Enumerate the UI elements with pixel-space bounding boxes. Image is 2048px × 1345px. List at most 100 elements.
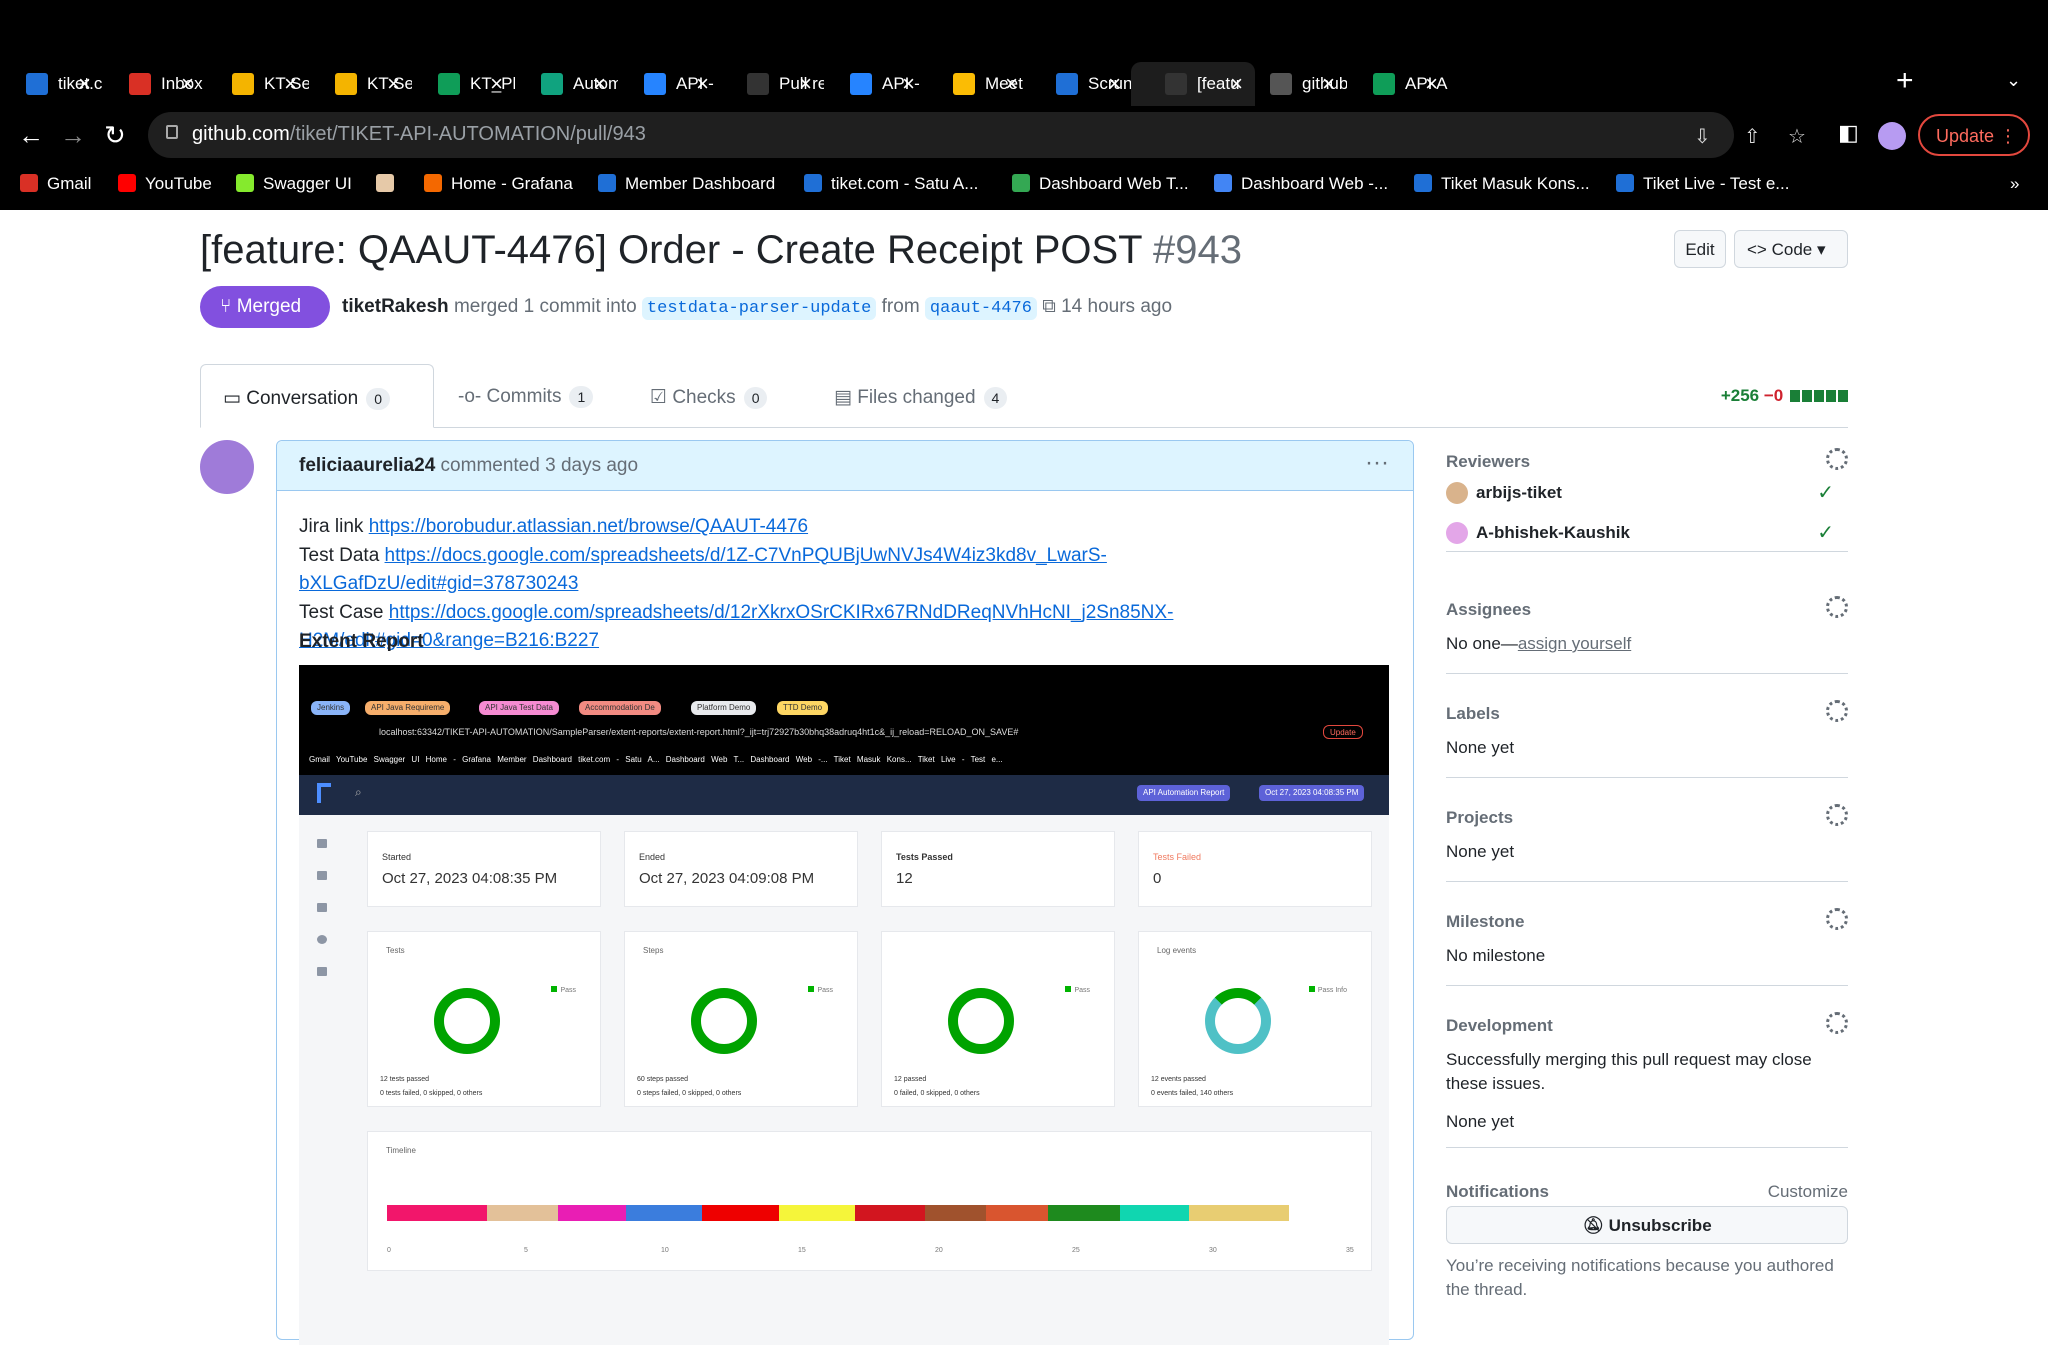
forward-arrow-icon[interactable]: → [60, 120, 86, 151]
donut-chart [1205, 988, 1271, 1054]
close-tab-icon[interactable]: × [181, 71, 194, 97]
install-app-icon[interactable]: ⇩ [1694, 124, 1711, 149]
browser-tab[interactable]: KT Se × [206, 62, 309, 106]
gear-icon[interactable] [1826, 700, 1848, 722]
report-name-badge: API Automation Report [1137, 785, 1231, 801]
reviewers-section: Reviewers arbijs-tiket ✓ A-bhishek-Kaush… [1446, 448, 1848, 552]
customize-link[interactable]: Customize [1768, 1182, 1848, 1202]
url-text: github.com/tiket/TIKET-API-AUTOMATION/pu… [192, 123, 646, 145]
close-tab-icon[interactable]: × [902, 71, 915, 97]
reviewer-item[interactable]: A-bhishek-Kaushik [1446, 522, 1630, 544]
browser-tab[interactable]: API - × [618, 62, 721, 106]
reviewer-item[interactable]: arbijs-tiket [1446, 482, 1562, 504]
gear-icon[interactable] [1826, 804, 1848, 826]
edit-title-button[interactable]: Edit [1674, 230, 1726, 268]
browser-tab[interactable]: Pull re × [721, 62, 824, 106]
copy-icon[interactable]: ⧉ [1042, 296, 1056, 317]
close-tab-icon[interactable]: × [1108, 71, 1121, 97]
reload-icon[interactable]: ↻ [104, 120, 126, 151]
report-date-badge: Oct 27, 2023 04:08:35 PM [1259, 785, 1365, 801]
jira-link[interactable]: https://borobudur.atlassian.net/browse/Q… [369, 516, 808, 537]
more-options-icon[interactable]: ··· [1365, 449, 1389, 477]
bookmark-item[interactable]: Dashboard Web T... [1012, 174, 1189, 194]
avatar[interactable] [200, 440, 254, 494]
close-tab-icon[interactable]: × [1425, 71, 1438, 97]
close-tab-icon[interactable]: × [593, 71, 606, 97]
address-bar[interactable]: github.com/tiket/TIKET-API-AUTOMATION/pu… [148, 112, 1806, 158]
close-tab-icon[interactable]: × [284, 71, 297, 97]
timeline-segment [1119, 1205, 1190, 1221]
timeline-segment [625, 1205, 702, 1221]
tab-conversation[interactable]: ▭ Conversation 0 [200, 364, 434, 428]
close-tab-icon[interactable]: × [490, 71, 503, 97]
new-tab-button[interactable]: + [1896, 64, 1914, 98]
tab-strip: tiket.c × Inbox × KT Se × KT Se × KT_Pl × Autom × AP… [0, 62, 2048, 106]
bookmark-item[interactable]: Tiket Live - Test e... [1616, 174, 1789, 194]
test-data-link[interactable]: https://docs.google.com/spreadsheets/d/1… [385, 545, 1107, 566]
unsubscribe-button[interactable]: 🔕︎ Unsubscribe [1446, 1206, 1848, 1244]
bookmark-item[interactable]: Tiket Masuk Kons... [1414, 174, 1590, 194]
bookmark-item[interactable]: Gmail [20, 174, 91, 194]
extent-report-screenshot[interactable]: Jenkins API Java Requireme API Java Test… [299, 665, 1389, 1345]
browser-tab[interactable]: KT_Pl × [412, 62, 515, 106]
bookmark-item[interactable]: Home - Grafana [424, 174, 573, 194]
status-badge: ⑂ Merged [200, 286, 330, 328]
close-tab-icon[interactable]: × [78, 71, 91, 97]
bookmarks-overflow-icon[interactable]: » [2010, 174, 2019, 194]
browser-tab[interactable]: tiket.c × [0, 62, 103, 106]
gear-icon[interactable] [1826, 908, 1848, 930]
timeline-tick-label: 35 [1346, 1247, 1354, 1254]
gear-icon[interactable] [1826, 1012, 1848, 1034]
tab-favicon-icon [26, 73, 48, 95]
bookmark-item[interactable] [376, 174, 403, 194]
timeline-segment [854, 1205, 925, 1221]
gear-icon[interactable] [1826, 448, 1848, 470]
close-tab-icon[interactable]: × [1005, 71, 1018, 97]
browser-tab[interactable]: API A × [1347, 62, 1450, 106]
close-tab-icon[interactable]: × [799, 71, 812, 97]
share-icon[interactable]: ⇧ [1744, 124, 1761, 149]
base-branch[interactable]: testdata-parser-update [641, 297, 877, 320]
bookmark-star-icon[interactable]: ☆ [1788, 124, 1806, 149]
gear-icon[interactable] [1826, 596, 1848, 618]
bookmark-favicon-icon [1012, 174, 1030, 192]
close-tab-icon[interactable]: × [1322, 71, 1335, 97]
browser-tab[interactable]: github × [1244, 62, 1347, 106]
timeline-segment [924, 1205, 987, 1221]
comment-box: feliciaaurelia24 commented 3 days ago ··… [276, 440, 1414, 1345]
tab-commits[interactable]: -o- Commits 1 [458, 364, 594, 428]
browser-tab[interactable]: API - × [824, 62, 927, 106]
bookmark-item[interactable]: tiket.com - Satu A... [804, 174, 978, 194]
close-tab-icon[interactable]: × [696, 71, 709, 97]
tab-checks[interactable]: ☑ Checks 0 [650, 364, 768, 428]
code-dropdown-button[interactable]: <> Code ▾ [1734, 230, 1848, 268]
back-arrow-icon[interactable]: ← [18, 120, 44, 151]
update-button[interactable]: Update ⋮ [1918, 114, 2030, 156]
diffstat: +256 −0 [1721, 386, 1848, 406]
assign-yourself-link[interactable]: assign yourself [1518, 634, 1631, 653]
timeline-segment [1189, 1205, 1290, 1221]
close-tab-icon[interactable]: × [1230, 71, 1243, 97]
bookmark-item[interactable]: Dashboard Web -... [1214, 174, 1388, 194]
tab-search-chevron-icon[interactable]: ⌄ [2006, 70, 2021, 91]
browser-tab[interactable]: Autom × [515, 62, 618, 106]
browser-tab[interactable]: Inbox × [103, 62, 206, 106]
checklist-icon: ☑ [650, 387, 668, 408]
browser-tab[interactable]: [featu × [1131, 62, 1255, 106]
test-data-link-cont[interactable]: bXLGafDzU/edit#gid=378730243 [299, 573, 578, 594]
test-case-link[interactable]: https://docs.google.com/spreadsheets/d/1… [389, 602, 1174, 623]
bookmark-item[interactable]: Swagger UI [236, 174, 352, 194]
close-tab-icon[interactable]: × [387, 71, 400, 97]
bookmark-item[interactable]: YouTube [118, 174, 212, 194]
head-branch[interactable]: qaaut-4476 [924, 297, 1037, 320]
side-panel-icon[interactable]: ◧ [1838, 120, 1859, 146]
development-section: Development Successfully merging this pu… [1446, 1012, 1848, 1148]
browser-tab[interactable]: Meet × [927, 62, 1030, 106]
profile-avatar[interactable] [1878, 122, 1906, 150]
bookmark-item[interactable]: Member Dashboard [598, 174, 775, 194]
comment-author[interactable]: feliciaaurelia24 [299, 455, 435, 476]
browser-tab[interactable]: Scrun × [1030, 62, 1133, 106]
browser-tab[interactable]: KT Se × [309, 62, 412, 106]
author-link[interactable]: tiketRakesh [342, 296, 449, 317]
tab-files-changed[interactable]: ▤ Files changed 4 [834, 364, 1008, 428]
